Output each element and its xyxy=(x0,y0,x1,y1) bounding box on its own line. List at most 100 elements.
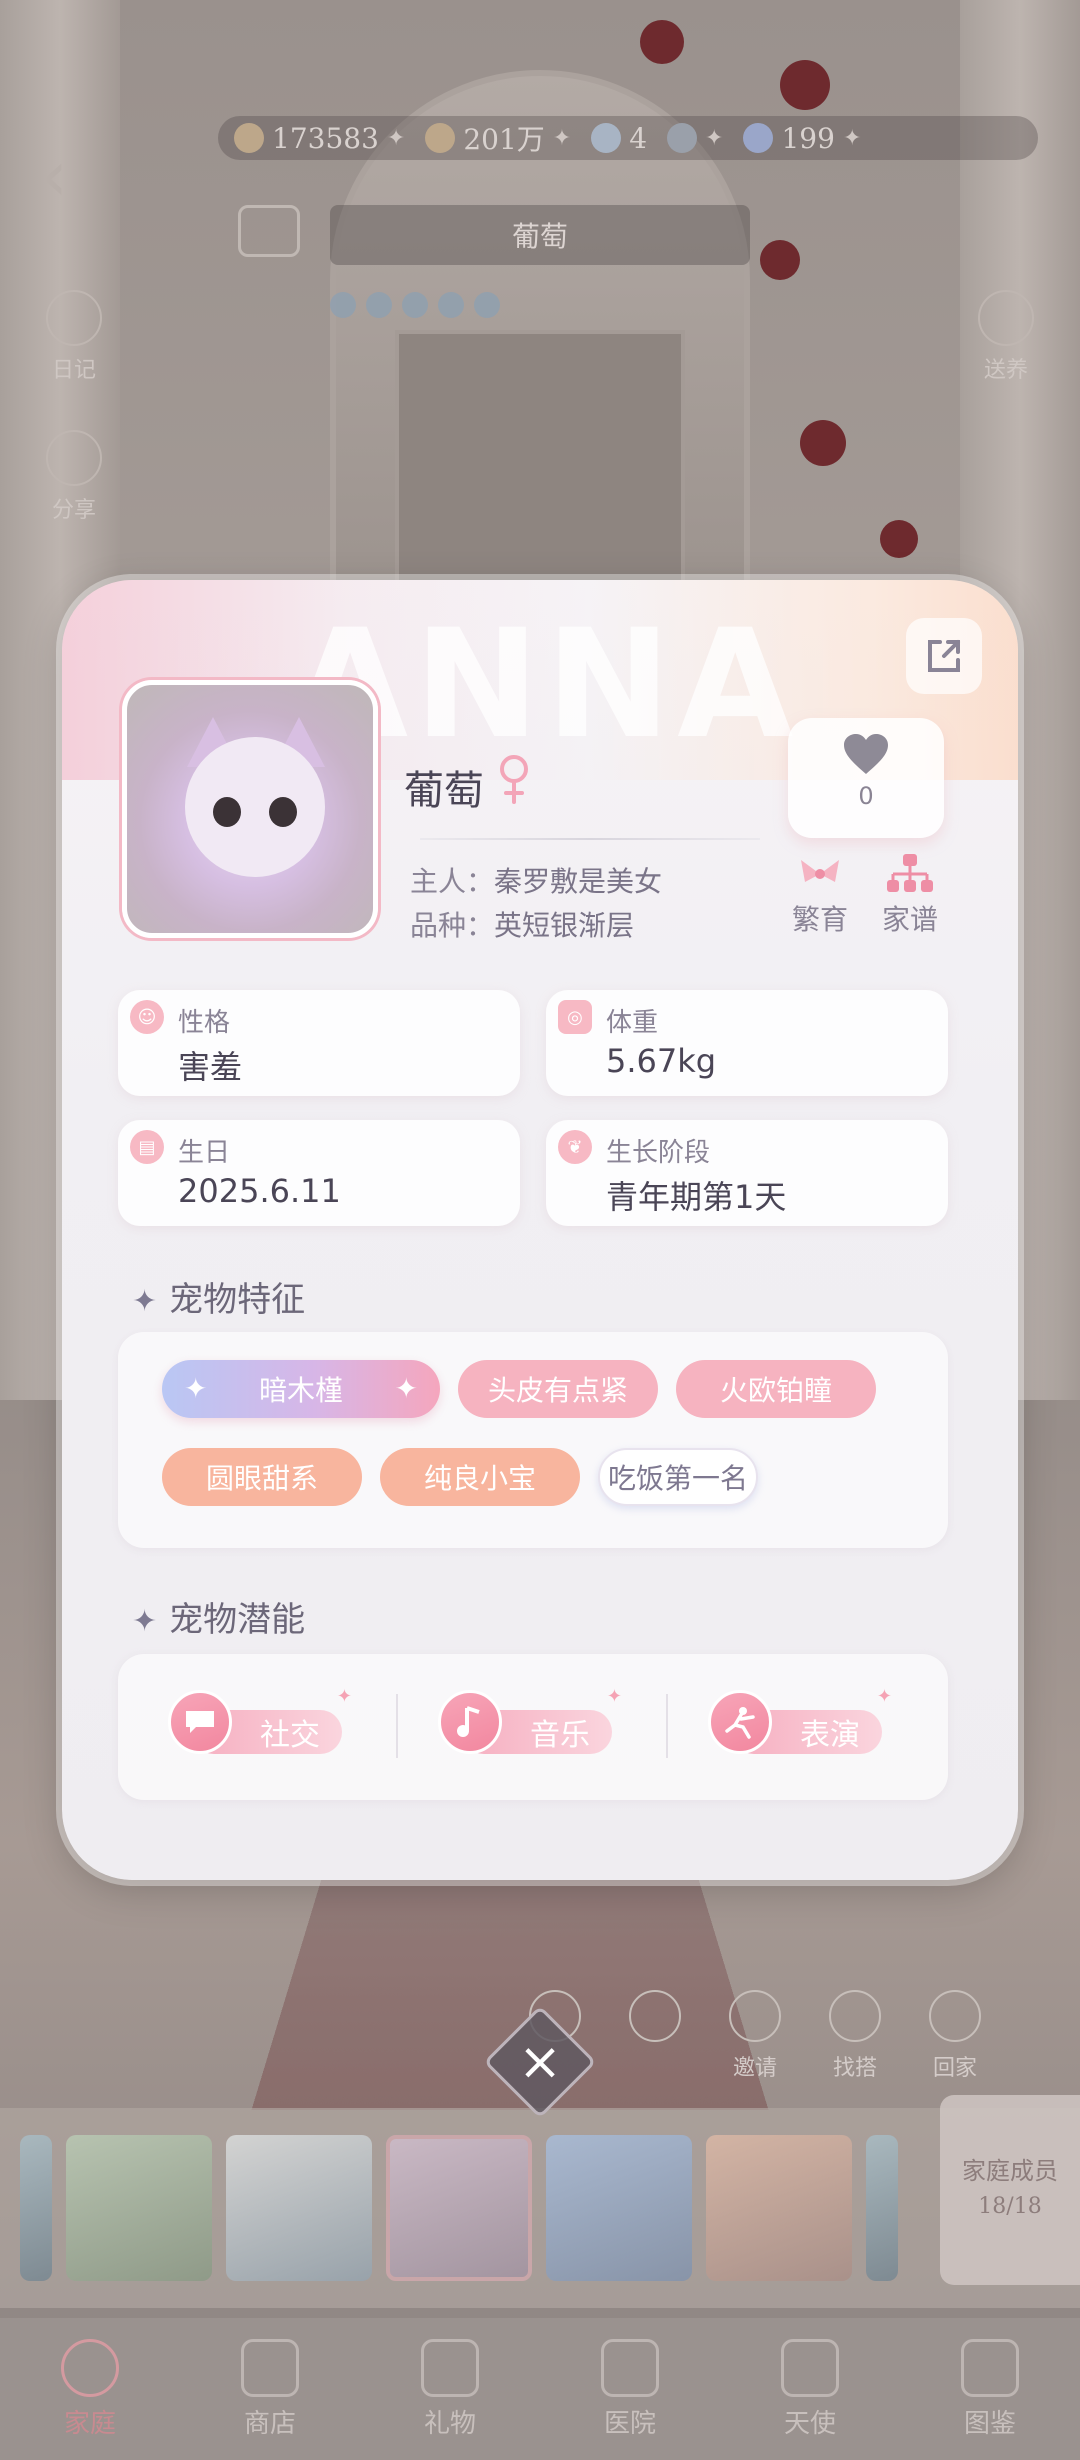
rose-decoration xyxy=(780,60,830,110)
potential-title: ✦ 宠物潜能 xyxy=(132,1600,306,1640)
pet-info-card: ANNA 葡萄 0 主人：秦罗敷是美女 品种：英短银渐层 繁育 家谱 ☺ 性格 … xyxy=(62,580,1018,1880)
pet-thumbnail[interactable] xyxy=(706,2135,852,2281)
home-icon xyxy=(61,2338,119,2397)
breed-line: 品种：英短银渐层 xyxy=(410,909,635,942)
share-button[interactable] xyxy=(906,618,982,694)
trait-tag[interactable]: 吃饭第一名 xyxy=(598,1448,758,1506)
resource-diamond[interactable]: 4 xyxy=(591,122,647,155)
gem-icon xyxy=(743,123,774,153)
resource-ticket[interactable]: ✦ xyxy=(667,123,723,153)
plus-icon[interactable]: ✦ xyxy=(553,126,571,151)
like-button[interactable]: 0 xyxy=(788,718,944,838)
traits-panel: ✦ 暗木槿 ✦ 头皮有点紧 火欧铂瞳 圆眼甜系 纯良小宝 吃饭第一名 xyxy=(118,1332,948,1548)
invite-button[interactable]: 邀请 xyxy=(720,1990,790,2082)
pet-thumbnail[interactable] xyxy=(66,2135,212,2281)
stat-weight: ◎ 体重 5.67kg xyxy=(546,990,948,1096)
pet-thumbnail[interactable] xyxy=(20,2135,52,2281)
sparkle-icon: ✦ xyxy=(876,1686,892,1707)
sparkle-icon: ✦ xyxy=(606,1686,622,1707)
angel-icon xyxy=(781,2338,839,2397)
traits-title: ✦ 宠物特征 xyxy=(132,1280,306,1320)
trait-tag-special[interactable]: ✦ 暗木槿 ✦ xyxy=(162,1360,440,1418)
arrow-icon xyxy=(829,1990,881,2042)
music-note-icon xyxy=(438,1690,502,1754)
umbrella-icon xyxy=(929,1990,981,2042)
progress-dots xyxy=(330,292,500,318)
nav-catalog[interactable]: 图鉴 xyxy=(930,2338,1050,2440)
female-icon xyxy=(500,755,528,804)
stat-growth-stage: ❦ 生长阶段 青年期第1天 xyxy=(546,1120,948,1226)
resource-bar: 173583 ✦ 201万 ✦ 4 ✦ 199 ✦ xyxy=(218,116,1038,160)
pet-thumbnail[interactable] xyxy=(866,2135,898,2281)
nav-gift[interactable]: 礼物 xyxy=(390,2338,510,2440)
flower-icon xyxy=(729,1990,781,2042)
divider xyxy=(666,1694,668,1758)
share-icon xyxy=(928,640,960,672)
rose-decoration xyxy=(640,20,684,64)
nav-angel[interactable]: 天使 xyxy=(750,2338,870,2440)
sparkle-icon: ✦ xyxy=(394,1372,418,1405)
nav-hospital[interactable]: 医院 xyxy=(570,2338,690,2440)
plus-icon[interactable]: ✦ xyxy=(387,126,405,151)
resource-coin-bag[interactable]: 173583 ✦ xyxy=(234,122,405,155)
breed-button[interactable]: 繁育 xyxy=(780,852,860,938)
back-arrow-icon[interactable]: ‹ xyxy=(40,135,110,217)
trait-tag[interactable]: 圆眼甜系 xyxy=(162,1448,362,1506)
sparkle-icon: ✦ xyxy=(132,1284,158,1319)
diamond-icon xyxy=(591,123,622,153)
medical-cross-icon xyxy=(601,2338,659,2397)
pet-thumbnail[interactable] xyxy=(546,2135,692,2281)
divider xyxy=(420,838,760,840)
stat-personality: ☺ 性格 害羞 xyxy=(118,990,520,1096)
potential-music[interactable]: 音乐 ✦ xyxy=(438,1686,622,1760)
ticket-icon xyxy=(667,123,698,153)
close-icon[interactable]: × xyxy=(500,2022,580,2102)
plus-icon[interactable]: ✦ xyxy=(705,126,723,151)
gift-icon xyxy=(421,2338,479,2397)
action-button[interactable] xyxy=(620,1990,690,2082)
pet-thumbnail-selected[interactable] xyxy=(386,2135,532,2281)
pet-name-bar: 葡萄 xyxy=(330,205,750,265)
bottom-navigation: 家庭 商店 礼物 医院 天使 图鉴 xyxy=(0,2318,1080,2460)
stat-birthday: ▤ 生日 2025.6.11 xyxy=(118,1120,520,1226)
nav-shop[interactable]: 商店 xyxy=(210,2338,330,2440)
plus-icon[interactable]: ✦ xyxy=(843,126,861,151)
trait-tag[interactable]: 头皮有点紧 xyxy=(458,1360,658,1418)
family-tree-icon xyxy=(887,854,933,892)
nav-home[interactable]: 家庭 xyxy=(30,2338,150,2440)
adopt-out-button[interactable]: 送养 xyxy=(956,290,1056,384)
dancer-icon xyxy=(708,1690,772,1754)
hearts-icon xyxy=(629,1990,681,2042)
pet-thumbnail[interactable] xyxy=(226,2135,372,2281)
pet-selector-strip xyxy=(0,2108,1080,2308)
coin-bag-icon xyxy=(234,123,264,153)
share-icon xyxy=(46,430,102,486)
potential-social[interactable]: 社交 ✦ xyxy=(168,1686,352,1760)
heart-icon xyxy=(844,734,888,774)
shop-icon xyxy=(241,2338,299,2397)
potential-performance[interactable]: 表演 ✦ xyxy=(708,1686,892,1760)
share-side-button[interactable]: 分享 xyxy=(24,430,124,524)
potential-panel: 社交 ✦ 音乐 ✦ 表演 ✦ xyxy=(118,1654,948,1800)
like-count: 0 xyxy=(858,782,874,810)
diary-icon xyxy=(46,290,102,346)
scale-icon: ◎ xyxy=(558,1000,592,1034)
diary-button[interactable]: 日记 xyxy=(24,290,124,384)
find-partner-button[interactable]: 找搭 xyxy=(820,1990,890,2082)
family-members-button[interactable]: 家庭成员 18/18 xyxy=(940,2095,1080,2285)
trait-tag[interactable]: 火欧铂瞳 xyxy=(676,1360,876,1418)
rose-decoration xyxy=(880,520,918,558)
family-tree-button[interactable]: 家谱 xyxy=(870,852,950,938)
camera-icon[interactable] xyxy=(238,205,300,257)
gold-coin-icon xyxy=(425,123,456,153)
resource-gold[interactable]: 201万 ✦ xyxy=(425,118,571,158)
bow-icon xyxy=(801,860,839,882)
owner-line: 主人：秦罗敷是美女 xyxy=(410,865,663,898)
go-home-button[interactable]: 回家 xyxy=(920,1990,990,2082)
bottom-action-row: 邀请 找搭 回家 xyxy=(520,1990,990,2082)
resource-gem[interactable]: 199 ✦ xyxy=(743,122,861,155)
smile-icon: ☺ xyxy=(130,1000,164,1034)
trait-tag[interactable]: 纯良小宝 xyxy=(380,1448,580,1506)
chat-icon xyxy=(168,1690,232,1754)
rose-decoration xyxy=(760,240,800,280)
